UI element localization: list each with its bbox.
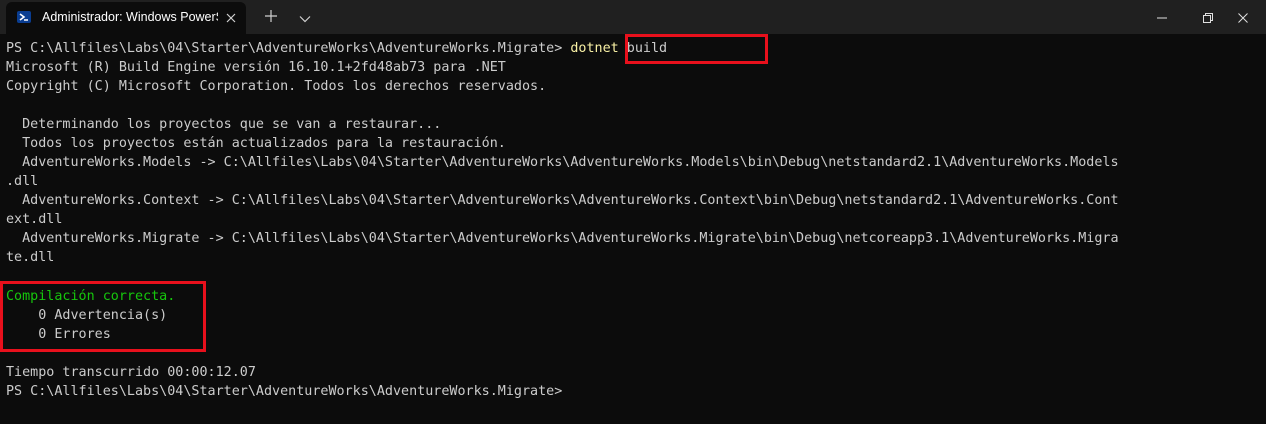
new-tab-button[interactable] [258, 4, 284, 30]
output-line: AdventureWorks.Migrate -> C:\Allfiles\La… [6, 231, 1119, 246]
plus-icon [264, 8, 278, 27]
output-line: .dll [6, 174, 39, 189]
minimize-button[interactable] [1139, 0, 1185, 34]
output-line: te.dll [6, 250, 55, 265]
close-window-button[interactable] [1220, 0, 1266, 34]
profile-dropdown-button[interactable] [292, 4, 318, 30]
title-bar: Administrador: Windows PowerShell [0, 0, 1266, 34]
prompt-text: PS C:\Allfiles\Labs\04\Starter\Adventure… [6, 41, 571, 56]
output-line: AdventureWorks.Context -> C:\Allfiles\La… [6, 193, 1119, 208]
output-line: Copyright (C) Microsoft Corporation. Tod… [6, 79, 547, 94]
prompt-line: PS C:\Allfiles\Labs\04\Starter\Adventure… [6, 39, 667, 58]
output-line: Microsoft (R) Build Engine versión 16.10… [6, 60, 506, 75]
tab-title: Administrador: Windows PowerShell [42, 10, 218, 24]
output-line: ext.dll [6, 212, 63, 227]
powershell-icon [17, 11, 31, 23]
terminal-tab[interactable]: Administrador: Windows PowerShell [6, 2, 246, 34]
terminal-output[interactable]: PS C:\Allfiles\Labs\04\Starter\Adventure… [0, 34, 1266, 424]
restore-icon [1203, 8, 1213, 27]
result-highlight-box [0, 281, 206, 352]
command-highlight-box [625, 34, 768, 64]
minimize-icon [1157, 8, 1167, 27]
prompt-line: PS C:\Allfiles\Labs\04\Starter\Adventure… [6, 384, 563, 399]
command-name: dotnet [570, 41, 619, 56]
elapsed-time: Tiempo transcurrido 00:00:12.07 [6, 365, 256, 380]
output-line: Determinando los proyectos que se van a … [6, 117, 442, 132]
close-icon[interactable] [219, 6, 243, 30]
output-line: AdventureWorks.Models -> C:\Allfiles\Lab… [6, 155, 1119, 170]
chevron-down-icon [299, 8, 311, 27]
close-icon [1238, 8, 1248, 27]
output-line: Todos los proyectos están actualizados p… [6, 136, 506, 151]
